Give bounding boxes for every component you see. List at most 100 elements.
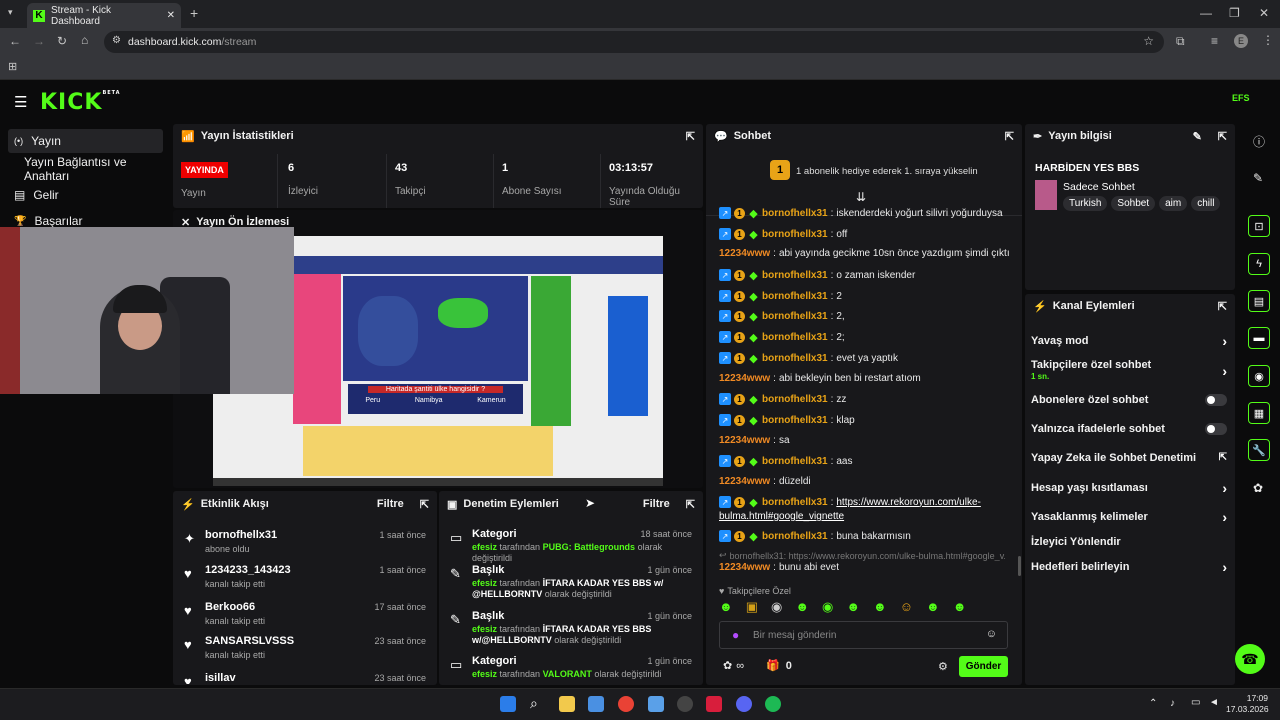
mod-user[interactable]: efesiz [472, 542, 497, 552]
browser-tab[interactable]: K Stream - Kick Dashboard ✕ [27, 3, 181, 28]
action-slow-mode[interactable]: Yavaş mod › [1031, 333, 1227, 349]
chat-username[interactable]: bornofhellx31 [762, 311, 828, 322]
obs-icon[interactable] [677, 696, 693, 712]
home-icon[interactable]: ⌂ [81, 33, 88, 47]
emote-icon[interactable]: ☻ [953, 599, 967, 617]
file-explorer-icon[interactable] [559, 696, 575, 712]
chrome-icon[interactable] [618, 696, 634, 712]
search-icon[interactable]: ⌕ [530, 695, 546, 711]
chat-username[interactable]: bornofhellx31 [762, 353, 828, 364]
tag[interactable]: Turkish [1063, 196, 1108, 211]
discord-icon[interactable] [736, 696, 752, 712]
emote-icon[interactable]: ☻ [873, 599, 887, 617]
chat-username[interactable]: 12234www [719, 476, 770, 487]
emote-icon[interactable]: ☻ [846, 599, 860, 617]
mod-user[interactable]: efesiz [472, 624, 497, 634]
tab-close-icon[interactable]: ✕ [167, 10, 175, 21]
chat-username[interactable]: bornofhellx31 [762, 456, 828, 467]
emote-icon[interactable]: ☻ [719, 599, 733, 617]
chat-bubble-icon[interactable]: ▬ [1248, 327, 1270, 349]
chat-username[interactable]: 12234www [719, 373, 770, 384]
forward-icon[interactable]: → [33, 34, 45, 48]
network-icon[interactable]: ▭ [1191, 697, 1200, 708]
emote-icon[interactable]: ◉ [771, 599, 782, 617]
emote-icon[interactable]: ▣ [746, 599, 758, 617]
clipboard-icon[interactable]: ▤ [1248, 290, 1270, 312]
action-banned-words[interactable]: Yasaklanmış kelimeler › [1031, 509, 1227, 525]
maximize-icon[interactable]: ❐ [1229, 6, 1240, 20]
popout-icon[interactable]: ⇱ [1218, 130, 1227, 143]
tag[interactable]: chill [1191, 196, 1221, 211]
popout-icon[interactable]: ⇱ [1218, 300, 1227, 313]
expand-icon[interactable]: ⇊ [856, 190, 866, 204]
hamburger-menu-icon[interactable]: ☰ [14, 93, 27, 111]
points-display[interactable]: ✿ ∞ [723, 659, 744, 673]
chat-username[interactable]: bornofhellx31 [762, 208, 828, 219]
tag[interactable]: Sohbet [1111, 196, 1156, 211]
popout-icon[interactable]: ⇱ [420, 498, 429, 511]
url-bar[interactable]: ⚙ dashboard.kick.com/stream ☆ [104, 31, 1164, 53]
chat-username[interactable]: bornofhellx31 [762, 270, 828, 281]
app-red-icon[interactable] [706, 696, 722, 712]
spotify-icon[interactable] [765, 696, 781, 712]
wrench-icon[interactable]: 🔧 [1248, 439, 1270, 461]
sidebar-item-yayin[interactable]: (•) Yayın [8, 129, 163, 153]
store-icon[interactable] [588, 696, 604, 712]
mic-tray-icon[interactable]: ♪ [1170, 698, 1175, 709]
toggle-switch[interactable] [1205, 394, 1227, 406]
moderation-filter-button[interactable]: Filtre [643, 498, 670, 510]
activity-user[interactable]: 1234233_143423 [205, 564, 291, 576]
toggle-switch[interactable] [1205, 423, 1227, 435]
app-icon[interactable] [648, 696, 664, 712]
minimize-icon[interactable]: — [1200, 6, 1212, 20]
bookmark-star-icon[interactable]: ☆ [1143, 34, 1154, 48]
emote-icon[interactable]: ☻ [795, 599, 809, 617]
mic-icon[interactable]: ● [732, 628, 739, 642]
camera-icon[interactable]: ⊡ [1248, 215, 1270, 237]
pencil-icon[interactable]: ✎ [1253, 171, 1263, 185]
user-avatar[interactable]: EFS [1232, 93, 1252, 109]
action-goals[interactable]: Hedefleri belirleyin › [1031, 559, 1227, 575]
site-info-icon[interactable]: ⚙ [112, 35, 121, 46]
action-account-age[interactable]: Hesap yaşı kısıtlaması › [1031, 480, 1227, 496]
popout-icon[interactable]: ⇱ [1005, 130, 1014, 143]
new-tab-icon[interactable]: + [190, 5, 198, 21]
support-chat-button[interactable]: ☎ [1235, 644, 1265, 674]
mod-user[interactable]: efesiz [472, 669, 497, 679]
window-close-icon[interactable]: ✕ [1259, 6, 1269, 20]
activity-filter-button[interactable]: Filtre [377, 498, 404, 510]
emote-icon[interactable]: ◉ [822, 599, 833, 617]
share-icon[interactable]: ✿ [1253, 481, 1263, 495]
chat-username[interactable]: bornofhellx31 [762, 291, 828, 302]
chat-username[interactable]: 12234www [719, 248, 770, 259]
chat-link[interactable]: https://www.rekoroyun.com/ulke- [836, 497, 981, 508]
chat-settings-icon[interactable]: ⚙ [938, 660, 948, 673]
kick-logo[interactable]: KICKBETA [40, 90, 121, 115]
chat-input[interactable]: ● Bir mesaj gönderin ☺ [719, 621, 1008, 649]
action-raid[interactable]: İzleyici Yönlendir [1031, 536, 1227, 548]
back-icon[interactable]: ← [9, 34, 21, 48]
reply-reference[interactable]: ↩ bornofhellx31: https://www.rekoroyun.co… [719, 550, 1005, 561]
chat-username[interactable]: bornofhellx31 [762, 415, 828, 426]
chat-username[interactable]: bornofhellx31 [762, 531, 828, 542]
tray-chevron-icon[interactable]: ⌃ [1149, 698, 1157, 709]
mod-user[interactable]: efesiz [472, 578, 497, 588]
menu-dots-icon[interactable]: ⋮ [1262, 33, 1274, 47]
tab-list-icon[interactable]: ▾ [8, 7, 13, 18]
clock[interactable]: 17:09 17.03.2026 [1226, 693, 1269, 715]
action-ai-moderation[interactable]: Yapay Zeka ile Sohbet Denetimi ⇱ [1031, 452, 1227, 464]
chat-username[interactable]: bornofhellx31 [762, 229, 828, 240]
category-name[interactable]: Sadece Sohbet [1063, 181, 1135, 193]
activity-user[interactable]: Berkoo66 [205, 601, 255, 613]
activity-user[interactable]: SANSARSLVSSS [205, 635, 294, 647]
emote-icon[interactable]: ☺ [900, 599, 913, 617]
send-button[interactable]: Gönder [959, 656, 1008, 677]
gifts-display[interactable]: 🎁 0 [766, 659, 792, 673]
media-icon[interactable]: ≡ [1211, 34, 1218, 48]
volume-icon[interactable]: ◄ [1209, 697, 1219, 708]
activity-user[interactable]: bornofhellx31 [205, 529, 277, 541]
windows-start-icon[interactable] [500, 696, 516, 712]
apps-grid-icon[interactable]: ⊞ [8, 60, 17, 73]
edit-icon[interactable]: ✎ [1193, 130, 1202, 143]
sidebar-item-gelir[interactable]: ▤ Gelir [8, 183, 163, 207]
